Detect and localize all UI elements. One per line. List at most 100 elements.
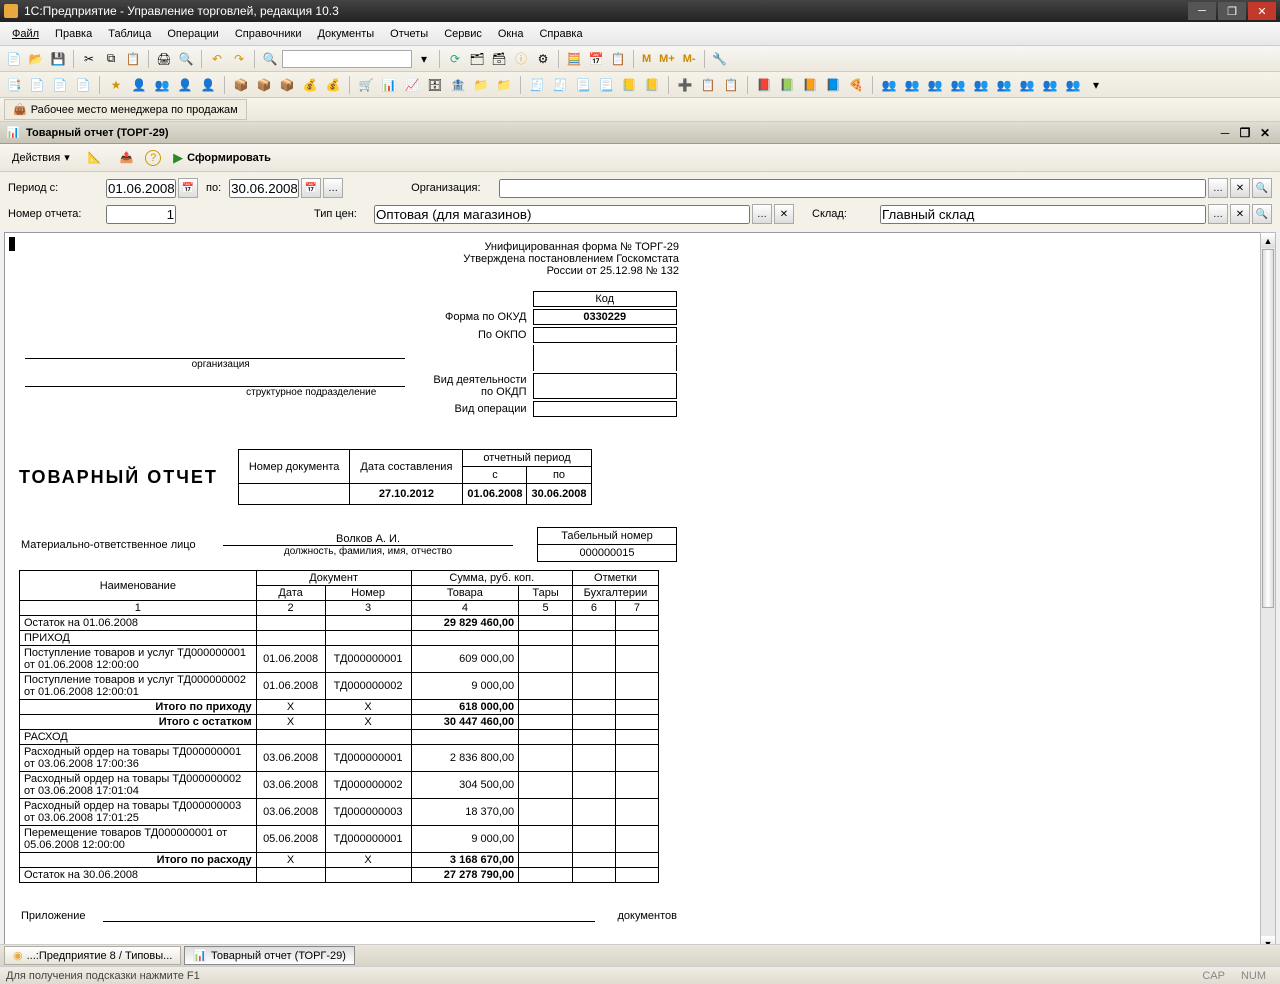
blue-doc-icon[interactable]: 📘 (823, 75, 843, 95)
warehouse-input[interactable] (880, 205, 1206, 224)
org-input[interactable] (499, 179, 1206, 198)
group8-icon[interactable]: 👥 (1040, 75, 1060, 95)
list1-icon[interactable]: 📋 (698, 75, 718, 95)
user3-icon[interactable]: 👤 (198, 75, 218, 95)
folder1-icon[interactable]: 📁 (471, 75, 491, 95)
user1-icon[interactable]: 👤 (129, 75, 149, 95)
maximize-button[interactable]: ❐ (1218, 2, 1246, 20)
add-doc-icon[interactable]: ➕ (675, 75, 695, 95)
red-doc-icon[interactable]: 📕 (754, 75, 774, 95)
actions-dropdown[interactable]: Действия▾ (6, 148, 76, 167)
vertical-scrollbar[interactable]: ▲ ▼ (1260, 232, 1276, 952)
warehouse-select-icon[interactable]: … (1208, 204, 1228, 224)
chart1-icon[interactable]: 📊 (379, 75, 399, 95)
paste-icon[interactable]: 📋 (123, 49, 143, 69)
menu-file[interactable]: Файл (6, 25, 45, 43)
scroll-up-icon[interactable]: ▲ (1261, 233, 1275, 248)
export-icon[interactable]: 📤 (113, 148, 139, 167)
tree-icon[interactable]: 🗃 (489, 49, 509, 69)
group7-icon[interactable]: 👥 (1017, 75, 1037, 95)
doc1-icon[interactable]: 📑 (4, 75, 24, 95)
period-select-icon[interactable]: … (323, 178, 343, 198)
menu-documents[interactable]: Документы (311, 25, 380, 43)
open-icon[interactable]: 📂 (26, 49, 46, 69)
price-type-clear-icon[interactable]: ✕ (774, 204, 794, 224)
redo-icon[interactable]: ↷ (229, 49, 249, 69)
tools-icon[interactable]: ⚙ (533, 49, 553, 69)
group1-icon[interactable]: 👥 (879, 75, 899, 95)
menu-help[interactable]: Справка (533, 25, 588, 43)
menu-table[interactable]: Таблица (102, 25, 157, 43)
copy-icon[interactable]: ⧉ (101, 49, 121, 69)
money2-icon[interactable]: 💰 (323, 75, 343, 95)
settings-icon[interactable]: 📐 (82, 148, 108, 167)
folder2-icon[interactable]: 📁 (494, 75, 514, 95)
menu-windows[interactable]: Окна (492, 25, 530, 43)
doc4-icon[interactable]: 📄 (73, 75, 93, 95)
new-icon[interactable]: 📄 (4, 49, 24, 69)
price-type-select-icon[interactable]: … (752, 204, 772, 224)
calendar-to-icon[interactable]: 📅 (301, 178, 321, 198)
cart-icon[interactable]: 🛒 (356, 75, 376, 95)
m-plus-button[interactable]: М+ (656, 53, 678, 65)
search-icon[interactable]: 🔍 (260, 49, 280, 69)
journal2-icon[interactable]: 📒 (642, 75, 662, 95)
money1-icon[interactable]: 💰 (300, 75, 320, 95)
box3-icon[interactable]: 📦 (277, 75, 297, 95)
subwin-close-button[interactable]: ✕ (1256, 125, 1274, 141)
group2-icon[interactable]: 👥 (902, 75, 922, 95)
subwin-restore-button[interactable]: ❐ (1236, 125, 1254, 141)
users-icon[interactable]: 👥 (152, 75, 172, 95)
more-icon[interactable]: ▾ (1086, 75, 1106, 95)
m-minus-button[interactable]: М- (680, 53, 699, 65)
scroll-thumb[interactable] (1262, 249, 1274, 608)
warehouse-open-icon[interactable]: 🔍 (1252, 204, 1272, 224)
form-button[interactable]: ▶ Сформировать (167, 147, 277, 169)
star-icon[interactable]: ★ (106, 75, 126, 95)
task-2[interactable]: 📊Товарный отчет (ТОРГ-29) (184, 946, 355, 965)
org-clear-icon[interactable]: ✕ (1230, 178, 1250, 198)
price-type-input[interactable] (374, 205, 750, 224)
user2-icon[interactable]: 👤 (175, 75, 195, 95)
close-button[interactable]: ✕ (1248, 2, 1276, 20)
dropdown-icon[interactable]: ▾ (414, 49, 434, 69)
group5-icon[interactable]: 👥 (971, 75, 991, 95)
save-icon[interactable]: 💾 (48, 49, 68, 69)
yellow-doc-icon[interactable]: 📙 (800, 75, 820, 95)
group3-icon[interactable]: 👥 (925, 75, 945, 95)
undo-icon[interactable]: ↶ (207, 49, 227, 69)
bank-icon[interactable]: 🏦 (448, 75, 468, 95)
invoice1-icon[interactable]: 📃 (573, 75, 593, 95)
calendar-icon[interactable]: 📅 (586, 49, 606, 69)
print-icon[interactable]: 🖨 (154, 49, 174, 69)
task-1[interactable]: ◉...:Предприятие 8 / Типовы... (4, 946, 181, 965)
navigator-icon[interactable]: 🗂 (467, 49, 487, 69)
group9-icon[interactable]: 👥 (1063, 75, 1083, 95)
org-open-icon[interactable]: 🔍 (1252, 178, 1272, 198)
period-from-input[interactable] (106, 179, 176, 198)
clipboard2-icon[interactable]: 📋 (608, 49, 628, 69)
menu-operations[interactable]: Операции (161, 25, 224, 43)
journal1-icon[interactable]: 📒 (619, 75, 639, 95)
receipt1-icon[interactable]: 🧾 (527, 75, 547, 95)
menu-service[interactable]: Сервис (438, 25, 488, 43)
num-input[interactable] (106, 205, 176, 224)
group4-icon[interactable]: 👥 (948, 75, 968, 95)
manager-workspace-button[interactable]: 👜 Рабочее место менеджера по продажам (4, 99, 247, 120)
list2-icon[interactable]: 📋 (721, 75, 741, 95)
pie-icon[interactable]: 🍕 (846, 75, 866, 95)
chart2-icon[interactable]: 📈 (402, 75, 422, 95)
search-input[interactable] (282, 50, 412, 68)
menu-reports[interactable]: Отчеты (384, 25, 434, 43)
refresh-icon[interactable]: ⟳ (445, 49, 465, 69)
help-icon[interactable]: ? (145, 150, 161, 166)
cut-icon[interactable]: ✂ (79, 49, 99, 69)
minimize-button[interactable]: ─ (1188, 2, 1216, 20)
receipt2-icon[interactable]: 🧾 (550, 75, 570, 95)
period-to-input[interactable] (229, 179, 299, 198)
info-icon[interactable]: ⓘ (511, 49, 531, 69)
org-select-icon[interactable]: … (1208, 178, 1228, 198)
box2-icon[interactable]: 📦 (254, 75, 274, 95)
warehouse-clear-icon[interactable]: ✕ (1230, 204, 1250, 224)
green-doc-icon[interactable]: 📗 (777, 75, 797, 95)
